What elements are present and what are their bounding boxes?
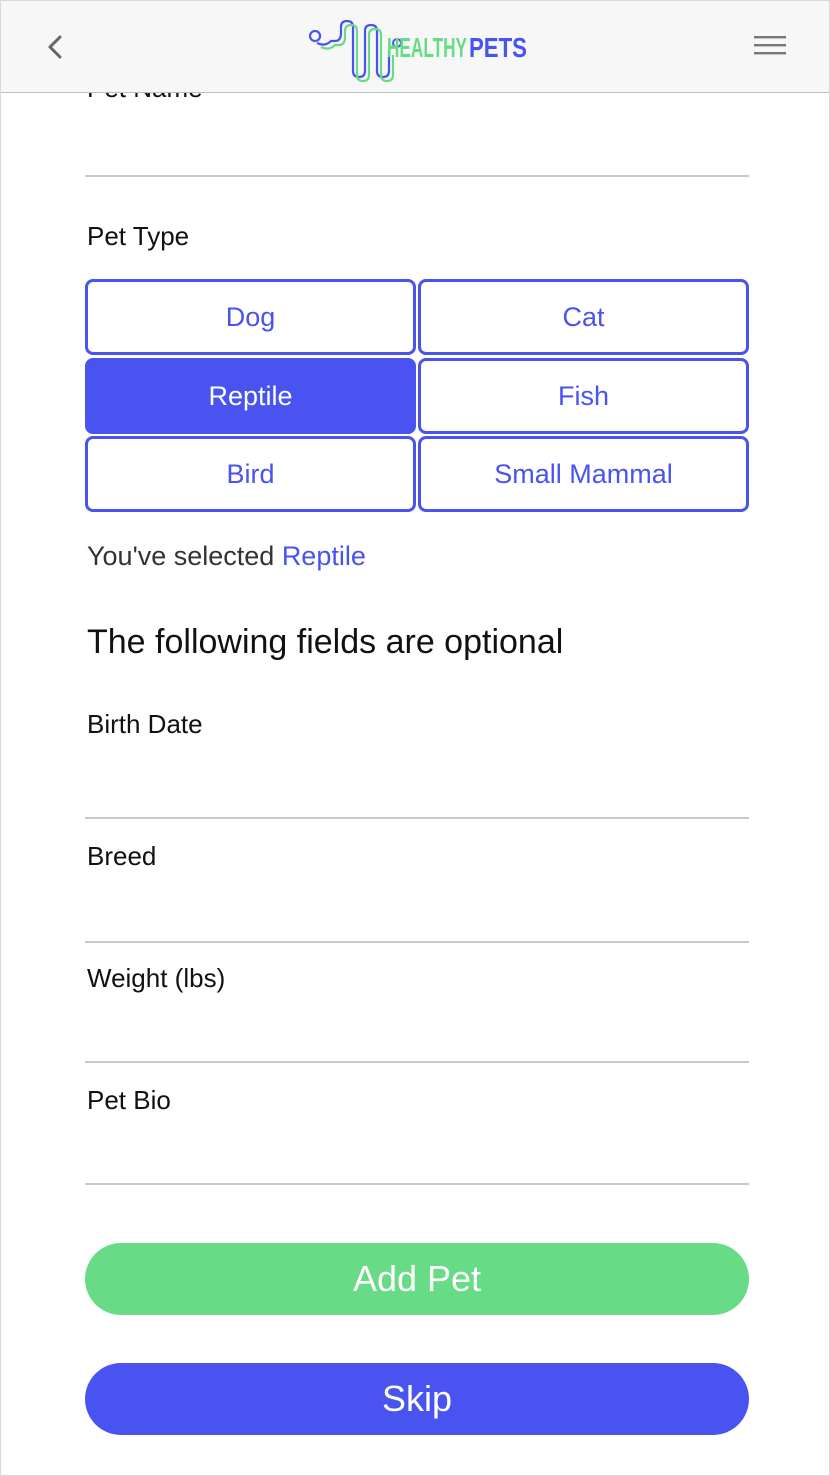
- pet-type-dog-button[interactable]: Dog: [85, 279, 416, 355]
- pet-type-label: Pet Type: [87, 221, 190, 251]
- hamburger-menu-icon: [754, 36, 786, 55]
- selected-prefix: You've selected: [87, 541, 282, 571]
- logo-text-healthy: HEALTHY: [387, 32, 467, 63]
- pet-type-small-mammal-button[interactable]: Small Mammal: [418, 436, 749, 512]
- healthy-pets-logo[interactable]: HEALTHY PETS: [301, 11, 537, 85]
- breed-label: Breed: [87, 841, 157, 871]
- app-header: HEALTHY PETS: [1, 1, 829, 93]
- skip-button[interactable]: Skip: [85, 1363, 749, 1435]
- breed-underline: [85, 941, 749, 943]
- pet-bio-input[interactable]: [87, 1133, 747, 1177]
- pet-bio-label: Pet Bio: [87, 1085, 171, 1115]
- weight-underline: [85, 1061, 749, 1063]
- chevron-left-icon: [48, 35, 62, 59]
- pet-bio-underline: [85, 1183, 749, 1185]
- add-pet-button[interactable]: Add Pet: [85, 1243, 749, 1315]
- pet-type-cat-button[interactable]: Cat: [418, 279, 749, 355]
- pet-type-grid: Dog Cat Reptile Fish Bird Small Mammal: [85, 279, 749, 515]
- logo-text-pets: PETS: [469, 32, 527, 63]
- weight-input[interactable]: [87, 1011, 747, 1055]
- menu-button[interactable]: [749, 27, 791, 63]
- pet-name-input[interactable]: [87, 129, 747, 173]
- pet-type-reptile-button[interactable]: Reptile: [85, 358, 416, 434]
- pet-name-underline: [85, 175, 749, 177]
- birth-date-label: Birth Date: [87, 709, 203, 739]
- birth-date-input[interactable]: [87, 765, 747, 809]
- pet-type-fish-button[interactable]: Fish: [418, 358, 749, 434]
- weight-label: Weight (lbs): [87, 963, 226, 993]
- back-button[interactable]: [35, 27, 75, 67]
- breed-input[interactable]: [87, 891, 747, 935]
- optional-fields-heading: The following fields are optional: [87, 623, 564, 661]
- selected-type-value: Reptile: [281, 541, 366, 571]
- selected-type-message: You've selected Reptile: [87, 541, 366, 572]
- pet-type-bird-button[interactable]: Bird: [85, 436, 416, 512]
- birth-date-underline: [85, 817, 749, 819]
- page: HEALTHY PETS Pet Name Pet Type Dog Cat R…: [0, 0, 830, 1476]
